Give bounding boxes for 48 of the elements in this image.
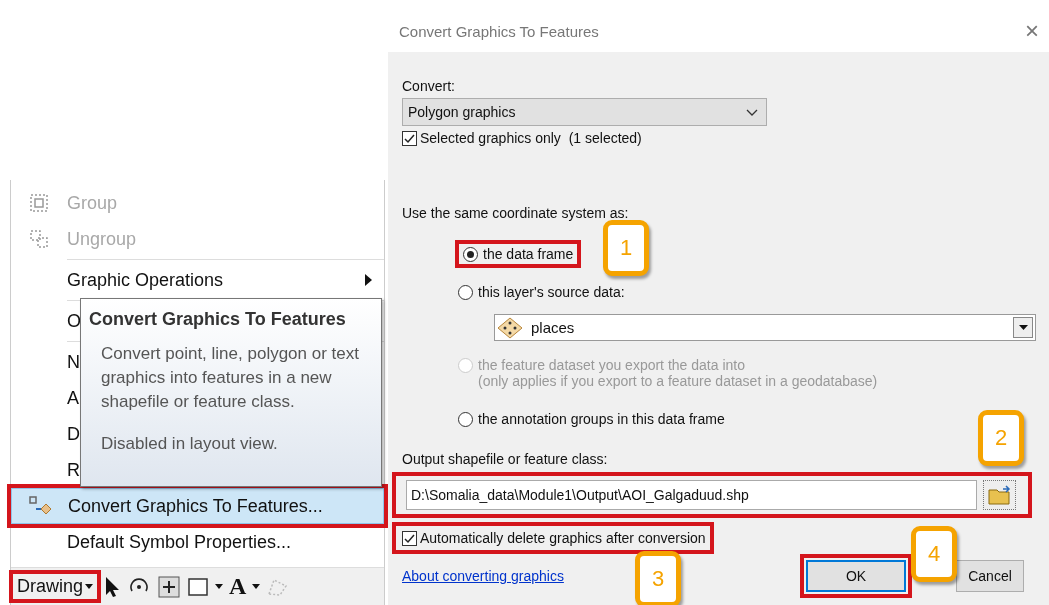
tooltip-text: Convert point, line, polygon or text graphics into features in a new shapefile or feature class.: [101, 343, 360, 413]
checkbox[interactable]: [402, 130, 417, 146]
checkbox-label: Selected graphics only (1 selected): [420, 130, 642, 146]
radio-button[interactable]: [463, 247, 478, 262]
group-icon: [28, 192, 50, 214]
menu-item[interactable]: Default Symbol Properties...: [11, 524, 384, 560]
caret-icon[interactable]: [252, 584, 261, 589]
dropdown-arrow-icon[interactable]: [1018, 325, 1028, 330]
radio-note: (only applies if you export to a feature dataset in a geodatabase): [478, 373, 878, 389]
radio-label: the feature dataset you export the data into: [478, 357, 746, 373]
step-badge: 1: [603, 220, 649, 276]
point-layer-icon: [497, 316, 523, 339]
dropdown[interactable]: Polygon graphics: [402, 98, 767, 126]
section-label: Use the same coordinate system as:: [402, 205, 629, 221]
help-link[interactable]: About converting graphics: [402, 568, 564, 584]
step-badge: 4: [911, 526, 957, 582]
submenu-arrow-icon: [365, 274, 372, 286]
step-badge: 3: [635, 551, 681, 605]
folder-icon: [987, 485, 1012, 505]
field-label: Output shapefile or feature class:: [402, 451, 608, 467]
checkbox[interactable]: [402, 530, 417, 546]
text-tool[interactable]: A: [229, 573, 247, 600]
radio-label: the data frame: [483, 246, 574, 262]
tooltip-title: Convert Graphics To Features: [89, 309, 347, 330]
menu-item[interactable]: Graphic Operations: [11, 262, 384, 298]
radio-label: this layer's source data:: [478, 284, 625, 300]
tooltip-note: Disabled in layout view.: [101, 434, 279, 454]
ok-button[interactable]: OK: [806, 560, 906, 592]
step-badge: 2: [978, 410, 1024, 466]
output-path-field[interactable]: D:\Somalia_data\Module1\Output\AOI_Galgaduud.shp: [406, 480, 978, 510]
zoom-to-selected-icon[interactable]: [157, 574, 182, 599]
chevron-icon[interactable]: [746, 108, 758, 116]
convert-icon: [28, 495, 52, 517]
field-label: Convert:: [402, 78, 455, 94]
radio-button[interactable]: [458, 285, 473, 300]
pointer-icon[interactable]: [103, 575, 122, 598]
cancel-button[interactable]: Cancel: [956, 560, 1024, 592]
browse-button[interactable]: [983, 480, 1016, 510]
checkbox-label: Automatically delete graphics after conversion: [420, 530, 706, 546]
window-title: Convert Graphics To Features: [399, 22, 599, 40]
ungroup-icon: [28, 228, 50, 250]
rectangle-icon[interactable]: [187, 575, 210, 598]
caret-icon: [85, 584, 94, 589]
radio-label: the annotation groups in this data frame: [478, 411, 725, 427]
layer-dropdown[interactable]: places: [494, 314, 1036, 341]
caret-icon[interactable]: [215, 584, 224, 589]
radio-button[interactable]: [458, 412, 473, 427]
close-button[interactable]: ×: [1025, 19, 1039, 43]
